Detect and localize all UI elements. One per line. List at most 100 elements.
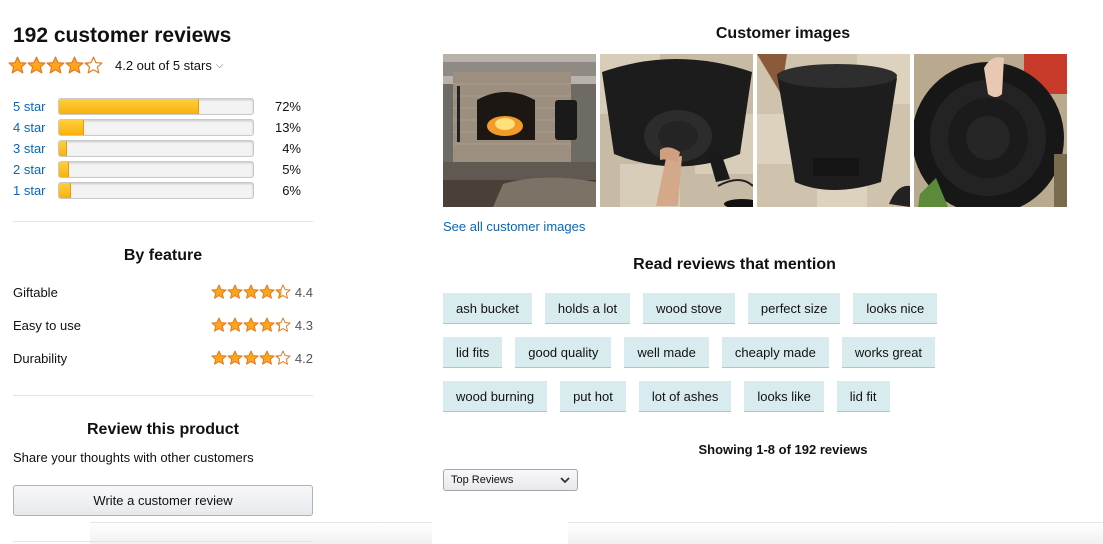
chip-row: wood burning put hot lot of ashes looks … [443, 381, 1003, 412]
histogram-row-2[interactable]: 2 star 5% [13, 159, 313, 180]
histogram-bar[interactable] [58, 119, 254, 136]
mention-chip[interactable]: wood burning [443, 381, 548, 412]
histogram-row-4[interactable]: 4 star 13% [13, 117, 313, 138]
feature-row-easy-to-use: Easy to use 4.3 [13, 317, 313, 333]
mention-chip[interactable]: perfect size [747, 293, 841, 324]
mention-chip[interactable]: works great [841, 337, 936, 368]
see-all-images-link[interactable]: See all customer images [443, 219, 585, 234]
feature-value: 4.2 [294, 350, 313, 366]
mention-chip[interactable]: put hot [560, 381, 626, 412]
mention-chip[interactable]: wood stove [643, 293, 735, 324]
star-icon [243, 350, 259, 365]
customer-image-thumbnail[interactable] [600, 54, 753, 207]
histogram-percent[interactable]: 4% [254, 141, 301, 156]
star-icon [275, 350, 291, 365]
histogram-label[interactable]: 3 star [13, 141, 58, 156]
mention-chip[interactable]: lot of ashes [638, 381, 732, 412]
histogram-row-3[interactable]: 3 star 4% [13, 138, 313, 159]
star-icon [84, 56, 103, 74]
customer-image-thumbnail[interactable] [443, 54, 596, 207]
star-icon [211, 284, 227, 299]
mentions-heading: Read reviews that mention [633, 256, 836, 273]
histogram-percent[interactable]: 6% [254, 183, 301, 198]
customer-image-thumbnail[interactable] [914, 54, 1067, 207]
histogram-bar-fill [59, 141, 67, 156]
overall-rating[interactable]: 4.2 out of 5 stars ⌵ [8, 56, 223, 75]
star-icon [259, 350, 275, 365]
mention-chip[interactable]: lid fit [836, 381, 890, 412]
star-icon [211, 350, 227, 365]
review-product-subtitle: Share your thoughts with other customers [13, 450, 254, 465]
mention-chip[interactable]: ash bucket [443, 293, 532, 324]
feature-stars-icon [211, 284, 291, 300]
star-icon [8, 56, 27, 74]
histogram-label[interactable]: 1 star [13, 183, 58, 198]
mention-chip[interactable]: well made [624, 337, 709, 368]
histogram-label[interactable]: 4 star [13, 120, 58, 135]
star-icon [259, 317, 275, 332]
sort-select[interactable]: Top Reviews [443, 469, 578, 491]
review-product-heading: Review this product [86, 421, 240, 438]
histogram-percent[interactable]: 72% [254, 99, 301, 114]
histogram-row-1[interactable]: 1 star 6% [13, 180, 313, 201]
overall-stars-icon [8, 56, 103, 75]
sort-select-value: Top Reviews [451, 474, 514, 486]
star-icon [227, 317, 243, 332]
bucket-side-photo-icon [757, 54, 910, 207]
histogram-bar-fill [59, 120, 85, 135]
star-icon [65, 56, 84, 74]
mention-chip[interactable]: looks nice [853, 293, 938, 324]
star-icon [227, 284, 243, 299]
star-icon [275, 317, 291, 332]
customer-images-strip [443, 54, 1067, 207]
histogram-bar-fill [59, 162, 69, 177]
mention-chip[interactable]: good quality [515, 337, 612, 368]
star-icon [27, 56, 46, 74]
feature-value: 4.4 [294, 284, 313, 300]
divider [13, 221, 313, 222]
histogram-percent[interactable]: 13% [254, 120, 301, 135]
feature-stars-icon [211, 350, 291, 366]
histogram-bar[interactable] [58, 161, 254, 178]
feature-name: Giftable [13, 284, 58, 300]
write-review-button[interactable]: Write a customer review [13, 485, 313, 516]
customer-image-thumbnail[interactable] [757, 54, 910, 207]
histogram-bar[interactable] [58, 140, 254, 157]
star-icon [243, 284, 259, 299]
star-icon [211, 317, 227, 332]
fireplace-photo-icon [443, 54, 596, 207]
star-icon [46, 56, 65, 74]
chevron-down-icon [560, 477, 570, 484]
star-icon [227, 350, 243, 365]
chip-row: lid fits good quality well made cheaply … [443, 337, 1003, 368]
mention-chips: ash bucket holds a lot wood stove perfec… [443, 293, 1003, 425]
mention-chip[interactable]: holds a lot [544, 293, 631, 324]
star-icon [259, 284, 275, 299]
divider [13, 395, 313, 396]
histogram-bar[interactable] [58, 182, 254, 199]
feature-value: 4.3 [294, 317, 313, 333]
bucket-lid-photo-icon [914, 54, 1067, 207]
histogram-label[interactable]: 2 star [13, 162, 58, 177]
mention-chip[interactable]: lid fits [443, 337, 503, 368]
histogram-label[interactable]: 5 star [13, 99, 58, 114]
histogram-bar-fill [59, 99, 199, 114]
histogram-bar[interactable] [58, 98, 254, 115]
histogram-row-5[interactable]: 5 star 72% [13, 96, 313, 117]
star-icon [243, 317, 259, 332]
star-icon [275, 284, 291, 299]
customer-images-heading: Customer images [715, 25, 851, 42]
mention-chip[interactable]: looks like [744, 381, 824, 412]
divider [13, 541, 313, 542]
mention-chip[interactable]: cheaply made [721, 337, 829, 368]
feature-name: Easy to use [13, 317, 81, 333]
rating-histogram: 5 star 72% 4 star 13% 3 star 4% 2 star 5… [13, 96, 313, 201]
total-reviews-heading: 192 customer reviews [13, 24, 232, 47]
feature-stars-icon [211, 317, 291, 333]
chip-row: ash bucket holds a lot wood stove perfec… [443, 293, 1003, 324]
showing-count: Showing 1-8 of 192 reviews [698, 442, 868, 457]
histogram-percent[interactable]: 5% [254, 162, 301, 177]
rating-summary-text: 4.2 out of 5 stars [115, 58, 212, 73]
feature-row-giftable: Giftable 4.4 [13, 284, 313, 300]
page-bottom-card [432, 491, 568, 544]
